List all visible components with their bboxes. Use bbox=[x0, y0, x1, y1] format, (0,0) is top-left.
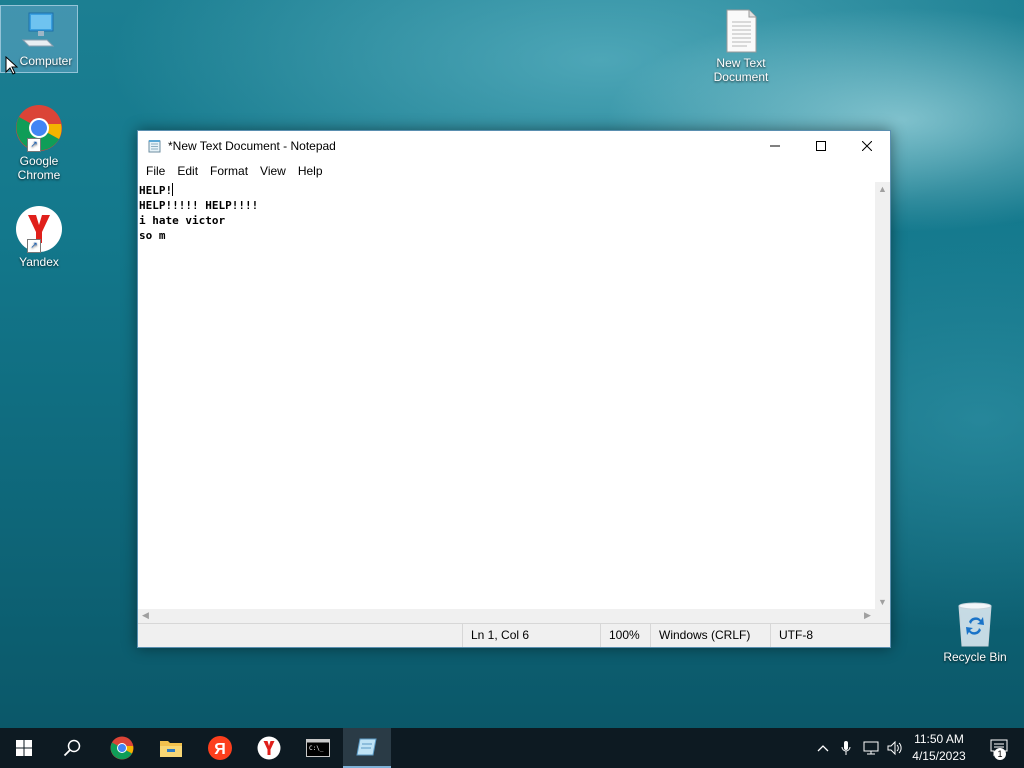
desktop-icon-label: Recycle Bin bbox=[943, 650, 1007, 664]
title-bar[interactable]: *New Text Document - Notepad bbox=[138, 131, 890, 161]
scrollbar-corner bbox=[875, 609, 890, 624]
taskbar-chrome[interactable] bbox=[98, 728, 146, 768]
svg-text:Я: Я bbox=[214, 741, 226, 758]
menu-help[interactable]: Help bbox=[292, 161, 329, 181]
clock[interactable]: 11:50 AM 4/15/2023 bbox=[906, 731, 972, 765]
notification-badge: 1 bbox=[994, 748, 1006, 760]
chrome-icon bbox=[110, 736, 134, 760]
start-button[interactable] bbox=[0, 728, 48, 768]
volume-button[interactable] bbox=[884, 728, 906, 768]
notepad-icon bbox=[356, 738, 377, 756]
status-encoding: UTF-8 bbox=[770, 624, 888, 647]
scroll-left-icon[interactable]: ◀ bbox=[138, 610, 153, 621]
start-icon bbox=[16, 740, 32, 756]
desktop-icon-label: Google Chrome bbox=[17, 154, 61, 182]
shortcut-arrow-icon: ↗ bbox=[27, 138, 41, 152]
microphone-button[interactable] bbox=[838, 728, 854, 768]
text-caret bbox=[172, 183, 174, 196]
clock-date: 4/15/2023 bbox=[912, 749, 966, 763]
volume-icon bbox=[887, 740, 902, 756]
menu-file[interactable]: File bbox=[140, 161, 171, 181]
shortcut-arrow-icon: ↗ bbox=[27, 239, 41, 253]
status-bar: Ln 1, Col 6 100% Windows (CRLF) UTF-8 bbox=[138, 623, 890, 647]
desktop-icon-label: Yandex bbox=[19, 255, 59, 269]
chrome-icon: ↗ bbox=[15, 104, 63, 152]
show-hidden-icons-button[interactable] bbox=[814, 728, 832, 768]
menu-bar: File Edit Format View Help bbox=[138, 161, 890, 181]
text-line: i hate victor bbox=[139, 214, 226, 227]
horizontal-scrollbar[interactable]: ◀ ▶ bbox=[138, 609, 875, 624]
text-editor[interactable]: HELP! HELP!!!!! HELP!!!! i hate victor s… bbox=[138, 182, 875, 609]
network-button[interactable] bbox=[860, 728, 882, 768]
close-icon bbox=[862, 141, 872, 151]
scroll-up-icon[interactable]: ▲ bbox=[875, 184, 890, 194]
yandex-browser-icon: ↗ bbox=[15, 205, 63, 253]
window-title: *New Text Document - Notepad bbox=[168, 139, 336, 153]
taskbar-notepad[interactable] bbox=[343, 728, 391, 768]
yandex-icon: Я bbox=[208, 736, 232, 760]
computer-icon bbox=[17, 10, 61, 52]
taskbar-yandex[interactable]: Я bbox=[196, 728, 244, 768]
text-line: HELP!!!!! HELP!!!! bbox=[139, 199, 259, 212]
status-cursor-position: Ln 1, Col 6 bbox=[462, 624, 600, 647]
file-explorer-icon bbox=[160, 741, 182, 757]
desktop-icon-yandex[interactable]: ↗ Yandex bbox=[1, 205, 77, 269]
menu-edit[interactable]: Edit bbox=[171, 161, 204, 181]
desktop-icon-label: New Text Document bbox=[713, 56, 769, 84]
svg-text:C:\_: C:\_ bbox=[309, 745, 324, 752]
clock-time: 11:50 AM bbox=[914, 732, 964, 746]
scroll-right-icon[interactable]: ▶ bbox=[860, 610, 875, 621]
maximize-button[interactable] bbox=[798, 131, 844, 161]
status-spacer bbox=[138, 624, 462, 647]
desktop-icon-recycle-bin[interactable]: Recycle Bin bbox=[936, 600, 1014, 664]
search-button[interactable] bbox=[48, 728, 96, 768]
vertical-scrollbar[interactable]: ▲ ▼ bbox=[875, 182, 890, 609]
search-icon bbox=[63, 739, 81, 757]
network-icon bbox=[863, 741, 879, 755]
notification-center-button[interactable]: 1 bbox=[976, 728, 1024, 768]
yandex-browser-icon bbox=[257, 736, 281, 760]
chevron-up-icon bbox=[817, 745, 829, 752]
minimize-icon bbox=[770, 145, 780, 147]
desktop-icon-google-chrome[interactable]: ↗ Google Chrome bbox=[1, 104, 77, 182]
mouse-cursor-icon bbox=[5, 56, 19, 75]
recycle-bin-icon bbox=[953, 600, 997, 648]
scroll-down-icon[interactable]: ▼ bbox=[875, 597, 890, 607]
close-button[interactable] bbox=[844, 131, 890, 161]
terminal-icon: C:\_ bbox=[306, 739, 330, 757]
taskbar-terminal[interactable]: C:\_ bbox=[294, 728, 342, 768]
taskbar-file-explorer[interactable] bbox=[147, 728, 195, 768]
text-line: HELP! bbox=[139, 184, 173, 197]
menu-format[interactable]: Format bbox=[204, 161, 254, 181]
maximize-icon bbox=[816, 141, 826, 151]
text-line: so m bbox=[139, 229, 166, 242]
notepad-window[interactable]: *New Text Document - Notepad File Edit F… bbox=[137, 130, 891, 648]
desktop-icon-new-text-document[interactable]: New Text Document bbox=[703, 8, 779, 84]
taskbar-yandex-browser[interactable] bbox=[245, 728, 293, 768]
status-line-ending: Windows (CRLF) bbox=[650, 624, 770, 647]
text-document-icon bbox=[723, 8, 759, 54]
taskbar: Я C:\_ 11:50 AM 4/15/2023 1 bbox=[0, 728, 1024, 768]
microphone-icon bbox=[841, 741, 851, 755]
status-zoom: 100% bbox=[600, 624, 650, 647]
minimize-button[interactable] bbox=[752, 131, 798, 161]
menu-view[interactable]: View bbox=[254, 161, 292, 181]
notepad-icon bbox=[148, 139, 162, 153]
